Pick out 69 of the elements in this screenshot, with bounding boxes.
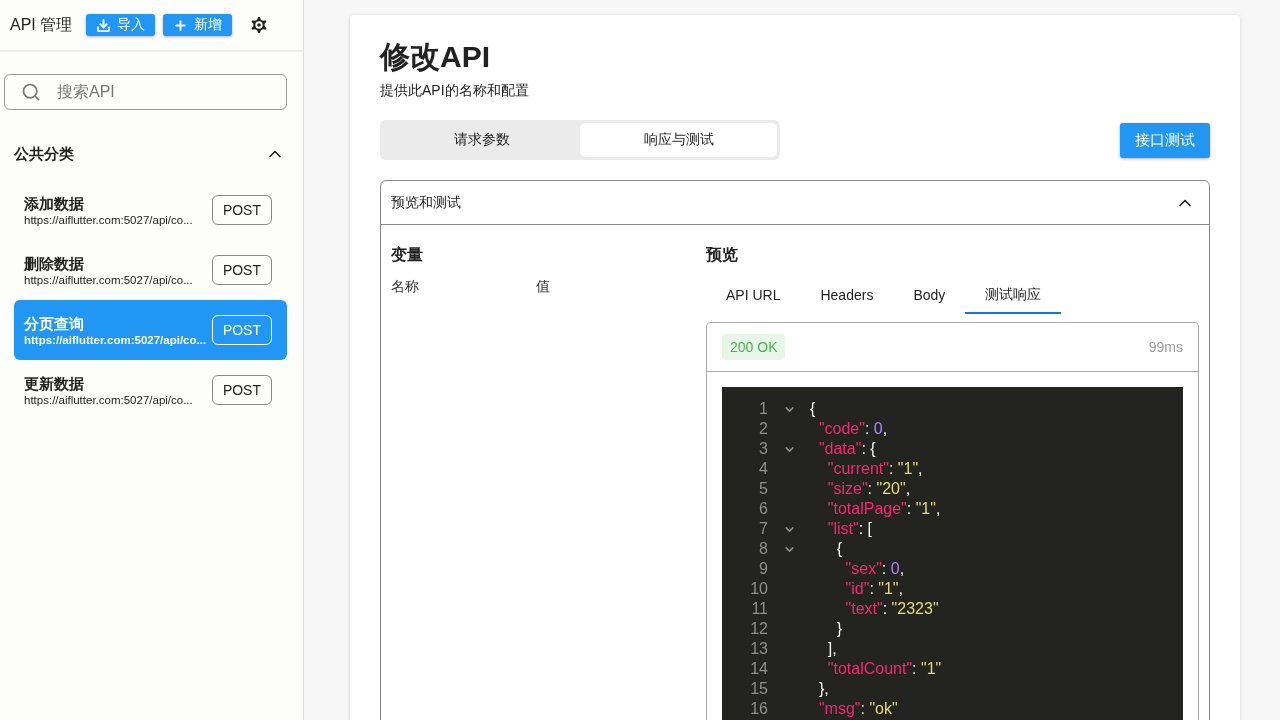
page-subtitle: 提供此API的名称和配置 — [380, 82, 530, 100]
line-number: 9 — [758, 560, 768, 578]
code-line: "current": "1", — [826, 460, 923, 478]
code-line: ], — [826, 640, 837, 658]
code-line: "list": [ — [826, 520, 873, 538]
column-header: 值 — [536, 278, 551, 296]
code-line: "totalPage": "1", — [826, 500, 941, 518]
panel-header[interactable]: 预览和测试 — [381, 181, 1209, 225]
app-title: API 管理 — [10, 14, 73, 35]
line-number: 3 — [758, 440, 768, 458]
code-line: "size": "20", — [826, 480, 911, 498]
api-name: 添加数据 — [24, 194, 85, 214]
line-number: 7 — [758, 520, 768, 538]
search-input[interactable]: 搜索API — [55, 82, 270, 102]
code-line: "sex": 0, — [844, 560, 905, 578]
line-number: 1 — [758, 400, 768, 418]
line-number: 12 — [749, 620, 768, 638]
line-number: 5 — [758, 480, 768, 498]
api-url: https://aiflutter.com:5027/api/co... — [24, 393, 193, 406]
plus-icon — [173, 17, 189, 33]
code-line: "totalCount": "1" — [826, 660, 942, 678]
api-name: 分页查询 — [24, 314, 85, 334]
api-url: https://aiflutter.com:5027/api/co... — [24, 273, 193, 286]
code-line: "text": "2323" — [844, 600, 939, 618]
line-number: 6 — [758, 500, 768, 518]
line-number: 13 — [749, 640, 768, 658]
code-line: "msg": "ok" — [817, 700, 898, 718]
status-badge: 200 OK — [722, 334, 786, 360]
code-line: }, — [817, 680, 829, 698]
line-number: 4 — [758, 460, 768, 478]
category-header[interactable]: 公共分类 — [14, 138, 285, 170]
tab[interactable]: 测试响应 — [965, 278, 1062, 314]
line-number: 10 — [749, 580, 768, 598]
code-line: { — [835, 540, 842, 558]
api-name: 更新数据 — [24, 374, 85, 394]
line-number: 15 — [749, 680, 768, 698]
line-number: 11 — [750, 600, 768, 618]
tab[interactable]: Body — [893, 278, 966, 314]
method-badge: POST — [211, 375, 272, 405]
response-time: 99ms — [1148, 339, 1183, 355]
search-icon — [21, 82, 41, 102]
method-badge: POST — [211, 315, 272, 345]
preview-heading: 预览 — [706, 245, 739, 265]
code-line: { — [810, 400, 816, 418]
api-list-item[interactable]: 删除数据 https://aiflutter.com:5027/api/co... POST — [14, 240, 287, 300]
method-badge: POST — [211, 255, 272, 285]
tab[interactable]: 请求参数 — [383, 123, 580, 157]
code-line: "data": { — [817, 440, 876, 458]
code-line: } — [835, 620, 842, 638]
code-line: "id": "1", — [844, 580, 903, 598]
page-title: 修改API — [380, 39, 491, 75]
tab[interactable]: API URL — [706, 278, 801, 314]
column-header: 名称 — [391, 278, 420, 296]
api-name: 删除数据 — [24, 254, 85, 274]
tab[interactable]: 响应与测试 — [580, 123, 777, 157]
line-number: 8 — [758, 540, 768, 558]
tab[interactable]: Headers — [800, 278, 894, 314]
api-url: https://aiflutter.com:5027/api/co... — [24, 333, 207, 346]
line-number: 14 — [749, 660, 768, 678]
variables-heading: 变量 — [391, 245, 424, 265]
api-url: https://aiflutter.com:5027/api/co... — [24, 213, 193, 226]
search-field[interactable]: 搜索API — [4, 74, 287, 110]
line-number: 2 — [758, 420, 768, 438]
api-list-item[interactable]: 添加数据 https://aiflutter.com:5027/api/co... POST — [14, 180, 287, 240]
line-number: 16 — [749, 700, 768, 718]
download-icon — [96, 17, 112, 33]
code-line: "code": 0, — [817, 420, 888, 438]
method-badge: POST — [211, 195, 272, 225]
api-list-item[interactable]: 更新数据 https://aiflutter.com:5027/api/co... POST — [14, 360, 287, 420]
